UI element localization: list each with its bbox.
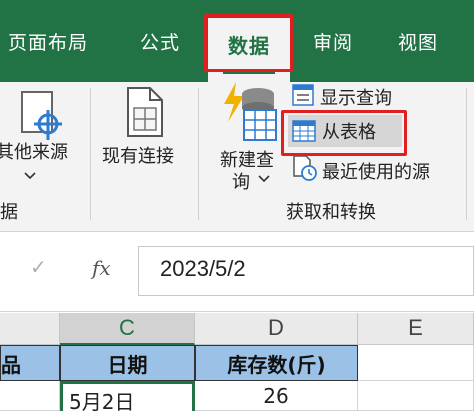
table-cell[interactable] — [358, 381, 474, 411]
from-table-button[interactable]: 从表格 — [288, 115, 402, 147]
list-icon — [292, 84, 314, 106]
tab-page-layout[interactable]: 页面布局 — [8, 28, 88, 55]
group-label-data-fragment: 据 — [0, 202, 18, 223]
tab-review[interactable]: 审阅 — [313, 28, 353, 55]
fx-icon[interactable]: fx — [92, 256, 111, 280]
group-separator — [198, 88, 199, 220]
column-header-d[interactable]: D — [195, 313, 358, 345]
selected-cell-date[interactable]: 5月2日 — [60, 381, 195, 411]
checkmark-icon[interactable]: ✓ — [30, 255, 47, 279]
chevron-down-icon[interactable] — [258, 175, 270, 183]
table-cell[interactable] — [0, 381, 60, 411]
column-header-c[interactable]: C — [60, 313, 195, 345]
chevron-down-icon[interactable] — [24, 172, 36, 180]
formula-value: 2023/5/2 — [160, 256, 246, 281]
tab-view[interactable]: 视图 — [398, 28, 438, 55]
recent-sources-button[interactable]: 最近使用的源 — [322, 158, 430, 184]
table-header-date[interactable]: 日期 — [60, 345, 195, 381]
ribbon-data: 其他来源 据 现有连接 新建查 询 显示查询 从表格 最近使用的源 获取和转换 — [0, 82, 474, 232]
tab-data-label: 数据 — [228, 34, 270, 58]
plug-icon — [21, 91, 62, 140]
table-cell[interactable] — [358, 345, 474, 381]
existing-connections-button[interactable]: 现有连接 — [102, 142, 174, 168]
document-icon — [127, 87, 163, 137]
group-label-get-transform: 获取和转换 — [286, 202, 376, 223]
column-header-e[interactable]: E — [358, 313, 474, 345]
database-query-icon — [224, 82, 277, 141]
table-cell-stock[interactable]: 26 — [195, 381, 358, 411]
new-query-label-line2: 询 — [232, 172, 250, 193]
column-header-b[interactable] — [0, 313, 60, 345]
group-separator — [90, 88, 91, 220]
show-queries-button[interactable]: 显示查询 — [320, 84, 392, 110]
table-icon — [292, 120, 316, 142]
tab-active-underline — [223, 71, 275, 74]
tab-data[interactable]: 数据 — [208, 18, 290, 82]
group-separator — [466, 88, 467, 220]
clock-icon — [293, 155, 317, 181]
table-header-stock[interactable]: 库存数(斤) — [195, 345, 358, 381]
table-header-cell[interactable]: 品 — [0, 345, 60, 381]
tab-formulas[interactable]: 公式 — [140, 28, 180, 55]
other-sources-button[interactable]: 其他来源 — [0, 138, 68, 164]
from-table-label: 从表格 — [322, 122, 376, 143]
ribbon-tab-bar: 页面布局 公式 数据 审阅 视图 — [0, 0, 474, 82]
